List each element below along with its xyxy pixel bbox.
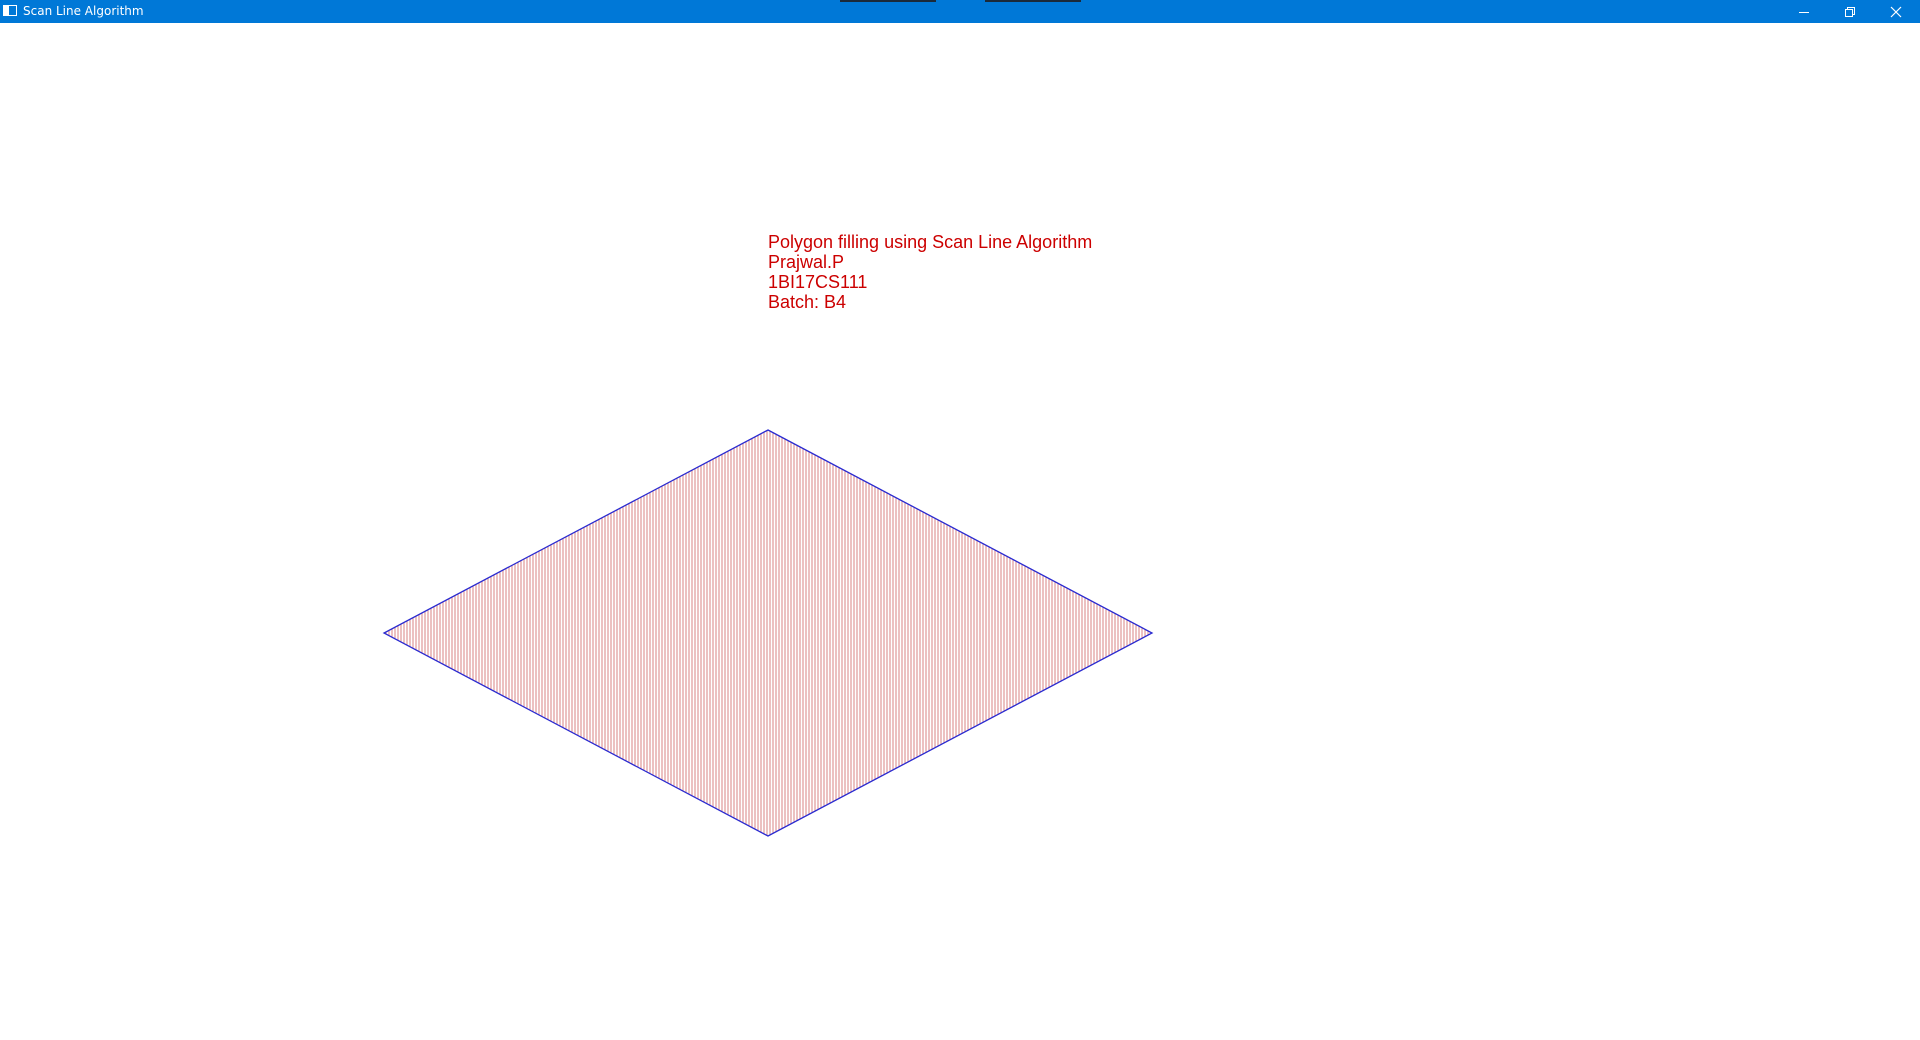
title-bar[interactable]: Scan Line Algorithm <box>0 0 1920 23</box>
restore-button[interactable] <box>1827 0 1873 23</box>
batch-label: Batch: B4 <box>768 292 847 312</box>
close-icon <box>1890 6 1902 17</box>
scan-line-fill <box>385 430 1152 836</box>
drawing-canvas: Polygon filling using Scan Line Algorith… <box>0 23 1920 1040</box>
student-usn: 1BI17CS111 <box>768 272 868 292</box>
student-name: Prajwal.P <box>768 252 845 272</box>
minimize-button[interactable] <box>1781 0 1827 23</box>
titlebar-shadow-mark <box>840 0 936 2</box>
close-button[interactable] <box>1873 0 1919 23</box>
info-text-block: Polygon filling using Scan Line Algorith… <box>768 232 1092 312</box>
polygon-drawing <box>382 429 1154 837</box>
program-heading: Polygon filling using Scan Line Algorith… <box>768 232 1093 252</box>
window-title: Scan Line Algorithm <box>23 4 144 18</box>
application-window: Scan Line Algorithm Polygon filling usin… <box>0 0 1920 1040</box>
minimize-icon <box>1799 11 1809 13</box>
app-window-icon[interactable] <box>3 5 17 16</box>
titlebar-shadow-mark <box>985 0 1081 2</box>
restore-icon <box>1845 6 1855 17</box>
